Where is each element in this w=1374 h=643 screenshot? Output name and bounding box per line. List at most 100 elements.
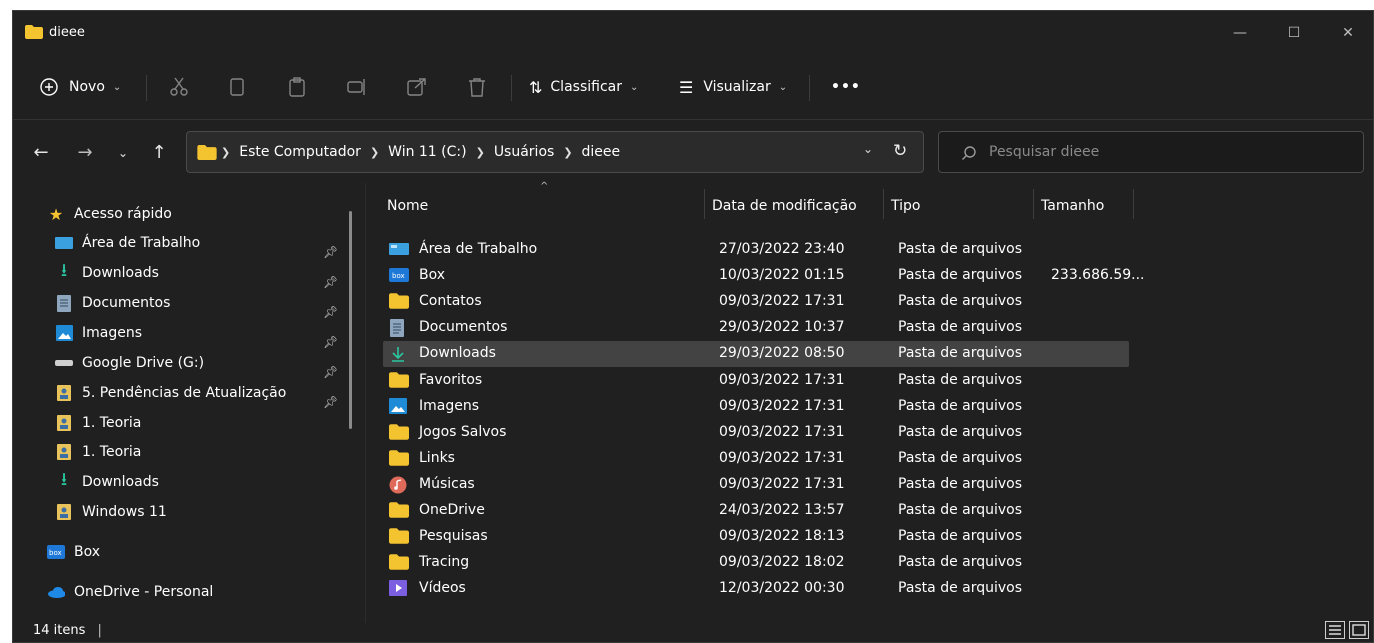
file-date: 27/03/2022 23:40	[719, 241, 845, 257]
sidebar-item-label: Imagens	[82, 325, 143, 341]
cut-icon[interactable]	[167, 75, 191, 99]
music-icon	[389, 476, 407, 494]
toolbar-divider	[146, 75, 147, 101]
videos-icon	[389, 580, 407, 597]
search-box[interactable]: Pesquisar dieee	[938, 131, 1364, 173]
file-type: Pasta de arquivos	[898, 241, 1023, 257]
pin-icon[interactable]: 📌︎	[323, 335, 338, 349]
breadcrumb-item[interactable]: Usuários	[494, 144, 555, 160]
sort-button[interactable]: ⇅ Classificar ⌄	[529, 73, 638, 101]
status-divider: |	[97, 623, 102, 638]
more-options-button[interactable]: •••	[831, 73, 861, 101]
table-row[interactable]: Links 09/03/2022 17:31 Pasta de arquivos	[383, 446, 1129, 472]
back-arrow-icon[interactable]: ←	[29, 141, 53, 165]
user-folder-icon	[55, 504, 73, 520]
table-row[interactable]: Vídeos 12/03/2022 00:30 Pasta de arquivos	[383, 576, 1129, 602]
breadcrumb-item[interactable]: dieee	[582, 144, 621, 160]
table-row[interactable]: Imagens 09/03/2022 17:31 Pasta de arquivos	[383, 394, 1129, 420]
table-row[interactable]: Área de Trabalho 27/03/2022 23:40 Pasta de…	[383, 237, 1129, 263]
table-row[interactable]: Pesquisas 09/03/2022 18:13 Pasta de arquiv…	[383, 524, 1129, 550]
sidebar-item-pictures[interactable]: Imagens	[55, 320, 142, 346]
close-button[interactable]: ✕	[1333, 21, 1363, 45]
minimize-button[interactable]: —	[1225, 21, 1255, 45]
sidebar-item-label: 5. Pendências de Atualização	[82, 385, 287, 401]
column-divider[interactable]	[1033, 189, 1034, 219]
pin-icon[interactable]: 📌︎	[323, 365, 338, 379]
window-title: dieee	[49, 25, 85, 40]
sidebar-item-label: Downloads	[82, 265, 159, 281]
breadcrumb-item[interactable]: Este Computador	[239, 144, 361, 160]
details-view-icon[interactable]	[1325, 621, 1345, 639]
column-header-type[interactable]: Tipo	[891, 191, 920, 221]
pin-icon[interactable]: 📌︎	[323, 305, 338, 319]
file-list: ^ Nome Data de modificação Tipo Tamanho …	[377, 181, 1367, 623]
address-history-chevron-icon[interactable]: ⌄	[863, 142, 873, 156]
address-bar[interactable]: ❯ Este Computador ❯ Win 11 (C:) ❯ Usuári…	[186, 131, 924, 173]
sidebar-item-label: 1. Teoria	[82, 444, 142, 460]
desktop-icon	[389, 241, 409, 257]
pin-icon[interactable]: 📌︎	[323, 395, 338, 409]
column-divider[interactable]	[883, 189, 884, 219]
sidebar-item-downloads[interactable]: ⭳ Downloads	[55, 260, 159, 286]
search-input[interactable]: Pesquisar dieee	[989, 144, 1099, 160]
forward-arrow-icon[interactable]: →	[73, 141, 97, 165]
file-type: Pasta de arquivos	[898, 267, 1023, 284]
file-name: Downloads	[419, 345, 496, 362]
download-icon: ⭳	[60, 260, 68, 281]
new-button[interactable]: Novo ⌄	[39, 73, 121, 101]
explorer-window: dieee — ☐ ✕ Novo ⌄ ⇅ Classificar ⌄ ☰ Vis…	[12, 10, 1374, 643]
sidebar-item-desktop[interactable]: Área de Trabalho	[55, 230, 200, 256]
share-icon[interactable]	[405, 75, 429, 99]
box-icon: box	[389, 267, 409, 283]
rename-icon[interactable]	[345, 75, 369, 99]
table-row[interactable]: OneDrive 24/03/2022 13:57 Pasta de arquivo…	[383, 498, 1129, 524]
delete-icon[interactable]	[465, 75, 489, 99]
sidebar-item-teoria[interactable]: 1. Teoria	[55, 410, 141, 436]
sidebar-item-downloads-2[interactable]: ⭳ Downloads	[55, 469, 159, 495]
paste-icon[interactable]	[285, 75, 309, 99]
star-icon: ★	[48, 204, 64, 224]
file-type: Pasta de arquivos	[898, 345, 1023, 362]
maximize-button[interactable]: ☐	[1279, 21, 1309, 45]
file-date: 09/03/2022 17:31	[719, 449, 845, 466]
sidebar-item-onedrive[interactable]: OneDrive - Personal	[47, 579, 213, 605]
refresh-icon[interactable]: ↻	[893, 141, 907, 161]
file-type: Pasta de arquivos	[898, 397, 1023, 414]
svg-text:box: box	[49, 549, 62, 557]
download-icon	[389, 345, 407, 363]
sidebar-item-windows-11[interactable]: Windows 11	[55, 499, 167, 525]
sidebar-item-google-drive[interactable]: Google Drive (G:)	[55, 350, 204, 376]
sidebar-item-box[interactable]: box Box	[47, 539, 100, 565]
table-row[interactable]: Tracing 09/03/2022 18:02 Pasta de arquivos	[383, 550, 1129, 576]
copy-icon[interactable]	[225, 75, 249, 99]
column-header-size[interactable]: Tamanho	[1041, 191, 1104, 221]
pin-icon[interactable]: 📌︎	[323, 275, 338, 289]
up-arrow-icon[interactable]: ↑	[147, 141, 171, 165]
column-divider[interactable]	[1133, 189, 1134, 219]
table-row[interactable]: Jogos Salvos 09/03/2022 17:31 Pasta de arq…	[383, 420, 1129, 446]
pin-icon[interactable]: 📌︎	[323, 245, 338, 259]
svg-text:box: box	[392, 272, 405, 280]
table-row[interactable]: Contatos 09/03/2022 17:31 Pasta de arquivo…	[383, 289, 1129, 315]
column-divider[interactable]	[704, 189, 705, 219]
column-header-date[interactable]: Data de modificação	[712, 191, 857, 221]
sidebar-item-documents[interactable]: Documentos	[55, 290, 170, 316]
view-button[interactable]: ☰ Visualizar ⌄	[679, 73, 787, 101]
table-row[interactable]: Documentos 29/03/2022 10:37 Pasta de arqui…	[383, 315, 1129, 341]
table-row[interactable]: Downloads 29/03/2022 08:50 Pasta de arquiv…	[383, 341, 1129, 368]
column-header-name[interactable]: Nome	[387, 191, 428, 221]
table-row[interactable]: Músicas 09/03/2022 17:31 Pasta de arquivos	[383, 472, 1129, 498]
sidebar-scrollbar[interactable]	[349, 211, 352, 429]
view-lines-icon: ☰	[679, 77, 694, 97]
folder-icon	[25, 25, 43, 39]
file-name: Contatos	[419, 293, 482, 310]
sidebar-item-teoria[interactable]: 1. Teoria	[55, 439, 141, 465]
sidebar-item-pendencias[interactable]: 5. Pendências de Atualização	[55, 380, 286, 406]
table-row[interactable]: Favoritos 09/03/2022 17:31 Pasta de arquiv…	[383, 368, 1129, 394]
recent-locations-chevron-icon[interactable]: ⌄	[111, 141, 135, 165]
large-icons-view-icon[interactable]	[1349, 621, 1369, 639]
file-date: 09/03/2022 17:31	[719, 293, 845, 310]
breadcrumb-item[interactable]: Win 11 (C:)	[388, 144, 466, 160]
sidebar-item-quick-access[interactable]: ★ Acesso rápido	[47, 201, 172, 227]
table-row[interactable]: box Box 10/03/2022 01:15 Pasta de arquivos 2…	[383, 263, 1145, 289]
